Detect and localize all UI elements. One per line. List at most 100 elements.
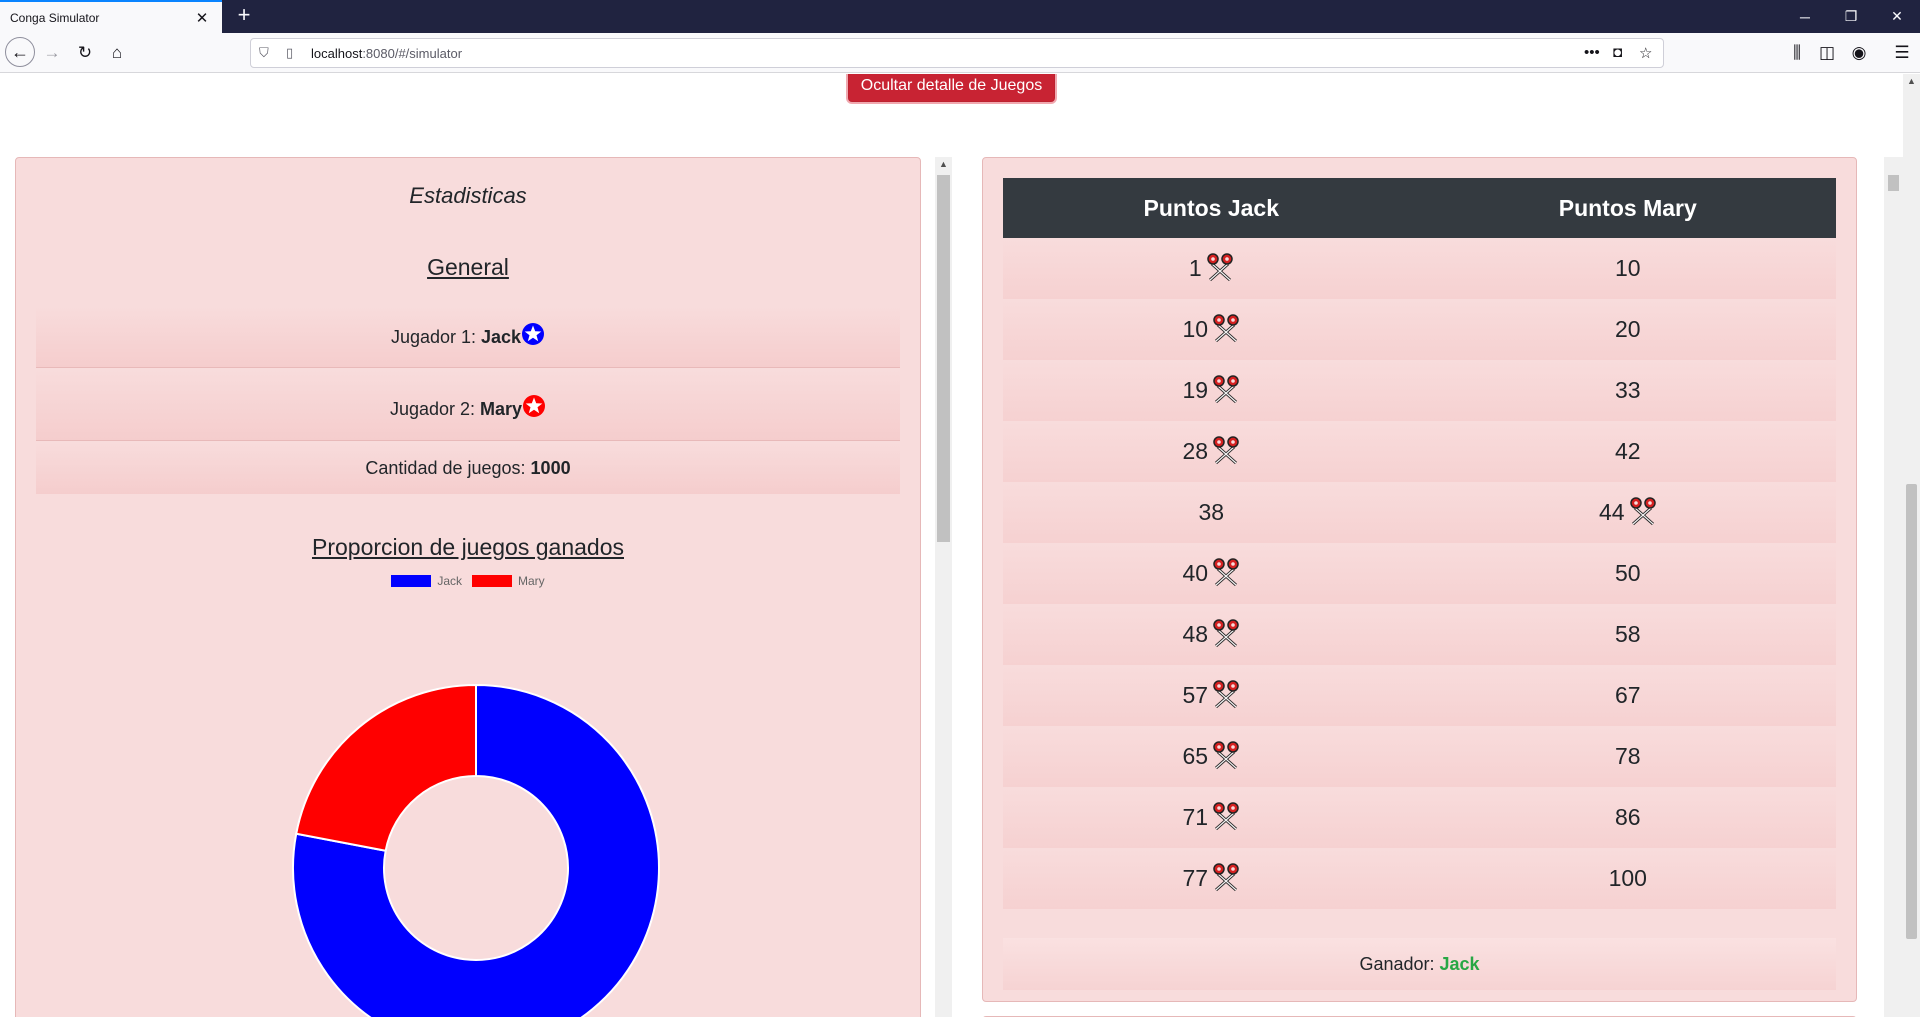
page-icon[interactable]: ▯ bbox=[286, 45, 293, 61]
points-table-body: 1 10 10 20 19 33 28 42 38 44 40 50 48 58 57 67 65 78 71 86 7… bbox=[1003, 238, 1836, 909]
mary-points-cell: 67 bbox=[1420, 665, 1837, 726]
red-star-icon bbox=[523, 395, 546, 417]
jack-points-value: 38 bbox=[1198, 499, 1225, 525]
scissors-icon bbox=[1213, 436, 1239, 465]
mary-points-cell: 20 bbox=[1420, 299, 1837, 360]
mary-points-cell: 100 bbox=[1420, 848, 1837, 909]
library-icon[interactable]: ⫼ bbox=[1783, 39, 1811, 67]
scrollbar-thumb[interactable] bbox=[937, 175, 950, 542]
menu-icon[interactable]: ☰ bbox=[1888, 39, 1916, 67]
player2-name: Mary bbox=[480, 399, 523, 419]
chart-legend: Jack Mary bbox=[16, 574, 920, 588]
scissors-icon bbox=[1213, 741, 1239, 770]
points-row: 40 50 bbox=[1003, 543, 1836, 604]
donut-slice-mary[interactable] bbox=[295, 683, 477, 852]
scrollbar-thumb[interactable] bbox=[1888, 175, 1899, 191]
chart-heading: Proporcion de juegos ganados bbox=[311, 534, 624, 560]
mary-points-value: 58 bbox=[1614, 621, 1641, 647]
mary-points-value: 20 bbox=[1614, 316, 1641, 342]
mary-points-value: 50 bbox=[1614, 560, 1641, 586]
jack-points-cell: 48 bbox=[1003, 604, 1420, 665]
winner-row: Ganador: Jack bbox=[1003, 938, 1836, 990]
mary-points-value: 100 bbox=[1608, 865, 1647, 891]
player1-row: Jugador 1: Jack bbox=[36, 306, 900, 368]
blue-star-icon bbox=[522, 323, 545, 345]
tab-bar: Conga Simulator ✕ + ─ ❐ ✕ bbox=[0, 0, 1920, 33]
back-icon[interactable]: ← bbox=[5, 37, 35, 67]
jack-points-cell: 1 bbox=[1003, 238, 1420, 299]
legend-item-jack[interactable]: Jack bbox=[391, 574, 462, 588]
jack-points-value: 19 bbox=[1182, 376, 1209, 403]
sidebar-icon[interactable]: ◫ bbox=[1813, 39, 1841, 67]
mary-points-value: 10 bbox=[1614, 255, 1641, 281]
points-card: Puntos Jack Puntos Mary 1 10 10 20 19 33 28 42 3… bbox=[982, 157, 1857, 1002]
account-icon[interactable]: ◉ bbox=[1845, 39, 1873, 67]
jack-points-cell: 40 bbox=[1003, 543, 1420, 604]
points-row: 71 86 bbox=[1003, 787, 1836, 848]
scissors-icon bbox=[1213, 558, 1239, 587]
close-tab-icon[interactable]: ✕ bbox=[192, 9, 212, 27]
mary-points-cell: 78 bbox=[1420, 726, 1837, 787]
mary-points-value: 42 bbox=[1614, 438, 1641, 464]
scissors-icon bbox=[1213, 680, 1239, 709]
pocket-icon[interactable]: ◘ bbox=[1613, 44, 1622, 61]
jack-points-cell: 65 bbox=[1003, 726, 1420, 787]
forward-icon[interactable]: → bbox=[38, 39, 66, 67]
points-row: 38 44 bbox=[1003, 482, 1836, 543]
shield-icon[interactable]: ⛉ bbox=[259, 45, 269, 61]
legend-label-jack: Jack bbox=[437, 574, 462, 588]
scissors-icon bbox=[1213, 375, 1239, 404]
jack-points-cell: 28 bbox=[1003, 421, 1420, 482]
url-text[interactable]: localhost:8080/#/simulator bbox=[311, 46, 462, 61]
header-mary-points: Puntos Mary bbox=[1419, 178, 1836, 238]
jack-points-cell: 19 bbox=[1003, 360, 1420, 421]
statistics-card: Estadisticas General Jugador 1: Jack Jug… bbox=[15, 157, 921, 1017]
active-tab[interactable]: Conga Simulator ✕ bbox=[0, 0, 222, 33]
page-scrollbar-thumb[interactable] bbox=[1906, 484, 1917, 939]
hide-games-detail-button[interactable]: Ocultar detalle de Juegos bbox=[848, 74, 1055, 102]
mary-points-cell: 33 bbox=[1420, 360, 1837, 421]
scissors-icon bbox=[1213, 802, 1239, 831]
scissors-icon bbox=[1213, 863, 1239, 892]
jack-points-cell: 77 bbox=[1003, 848, 1420, 909]
tab-title: Conga Simulator bbox=[10, 10, 100, 25]
legend-swatch-jack bbox=[391, 575, 432, 587]
scroll-up-icon[interactable]: ▲ bbox=[935, 159, 952, 169]
home-icon[interactable]: ⌂ bbox=[103, 39, 131, 67]
jack-points-value: 28 bbox=[1182, 437, 1209, 464]
winner-label: Ganador: bbox=[1359, 954, 1435, 974]
restore-icon[interactable]: ❐ bbox=[1828, 0, 1874, 33]
jack-points-cell: 71 bbox=[1003, 787, 1420, 848]
page-scrollbar[interactable]: ▲ bbox=[1903, 74, 1920, 1017]
mary-points-cell: 10 bbox=[1420, 238, 1837, 299]
player1-name: Jack bbox=[481, 327, 522, 347]
bookmark-star-icon[interactable]: ☆ bbox=[1639, 44, 1652, 62]
jack-points-value: 1 bbox=[1188, 254, 1202, 281]
winner-name: Jack bbox=[1439, 954, 1480, 974]
minimize-icon[interactable]: ─ bbox=[1782, 0, 1828, 33]
jack-points-cell: 57 bbox=[1003, 665, 1420, 726]
jack-points-value: 40 bbox=[1182, 559, 1209, 586]
jack-points-value: 10 bbox=[1182, 315, 1209, 342]
games-won-donut-chart bbox=[292, 683, 660, 1017]
legend-item-mary[interactable]: Mary bbox=[472, 574, 545, 588]
player2-row: Jugador 2: Mary bbox=[36, 369, 900, 441]
scroll-up-icon[interactable]: ▲ bbox=[1903, 76, 1920, 86]
scissors-icon bbox=[1206, 253, 1233, 282]
scissors-icon bbox=[1213, 314, 1239, 343]
points-row: 48 58 bbox=[1003, 604, 1836, 665]
points-scrollbar[interactable] bbox=[1884, 157, 1903, 1017]
games-count-value: 1000 bbox=[530, 458, 571, 478]
window-close-icon[interactable]: ✕ bbox=[1874, 0, 1920, 33]
stats-scrollbar[interactable]: ▲ bbox=[935, 157, 952, 1017]
reload-icon[interactable]: ↻ bbox=[71, 39, 99, 67]
general-heading: General bbox=[427, 254, 509, 280]
url-bar[interactable]: ⛉ ▯ localhost:8080/#/simulator ••• ◘ ☆ bbox=[250, 38, 1664, 68]
points-row: 1 10 bbox=[1003, 238, 1836, 299]
mary-points-value: 33 bbox=[1614, 377, 1641, 403]
new-tab-icon[interactable]: + bbox=[232, 4, 256, 28]
more-actions-icon[interactable]: ••• bbox=[1584, 44, 1600, 61]
points-row: 28 42 bbox=[1003, 421, 1836, 482]
games-count-row: Cantidad de juegos: 1000 bbox=[36, 442, 900, 494]
mary-points-cell: 50 bbox=[1420, 543, 1837, 604]
